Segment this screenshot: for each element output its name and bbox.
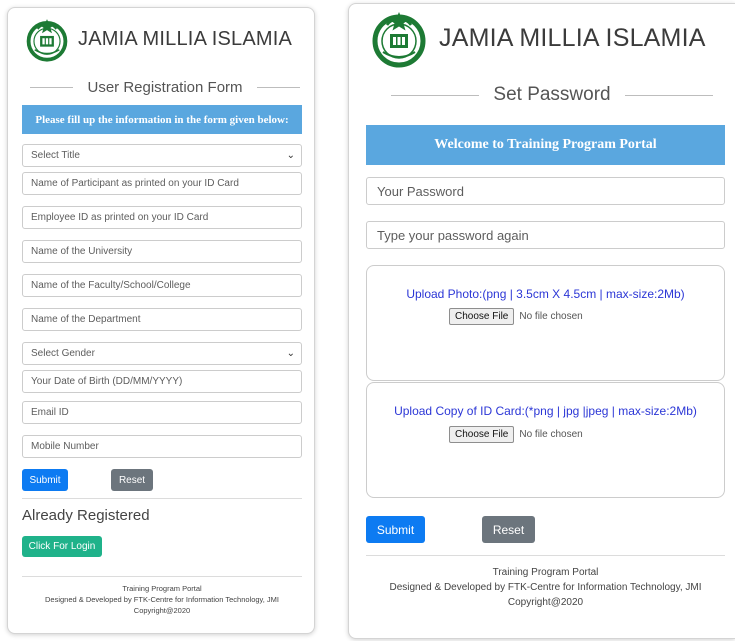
footer: Training Program Portal Designed & Devel… xyxy=(22,583,302,616)
email-field[interactable]: Email ID xyxy=(22,401,302,424)
instruction-banner: Please fill up the information in the fo… xyxy=(22,105,302,134)
heading-divider xyxy=(391,94,480,96)
choose-photo-button[interactable]: Choose File xyxy=(449,308,515,325)
university-logo-icon xyxy=(369,8,429,68)
id-card-upload-box: Upload Copy of ID Card:(*png | jpg |jpeg… xyxy=(366,382,725,498)
file-status: No file chosen xyxy=(519,429,583,440)
photo-upload-label: Upload Photo:(png | 3.5cm X 4.5cm | max-… xyxy=(406,287,685,301)
form-heading: User Registration Form xyxy=(30,79,301,96)
choose-id-button[interactable]: Choose File xyxy=(449,426,515,443)
participant-name-input[interactable]: Name of Participant as printed on your I… xyxy=(22,172,302,195)
input-placeholder: Name of the Department xyxy=(31,314,141,325)
gender-select[interactable]: Select Gender ⌄ xyxy=(22,342,302,365)
submit-button[interactable]: Submit xyxy=(22,469,68,491)
university-input[interactable]: Name of the University xyxy=(22,240,302,263)
footer-copyright: Copyright@2020 xyxy=(507,597,584,608)
footer-portal-name: Training Program Portal xyxy=(122,584,202,593)
form-heading: Set Password xyxy=(391,84,714,106)
input-placeholder: Name of the University xyxy=(31,246,133,257)
employee-id-input[interactable]: Employee ID as printed on your ID Card xyxy=(22,206,302,229)
input-placeholder: Your Date of Birth (DD/MM/YYYY) xyxy=(31,376,183,387)
department-input[interactable]: Name of the Department xyxy=(22,308,302,331)
input-placeholder: Your Password xyxy=(377,183,464,199)
dob-input[interactable]: Your Date of Birth (DD/MM/YYYY) xyxy=(22,370,302,393)
brand-header: JAMIA MILLIA ISLAMIA xyxy=(369,8,706,68)
footer-credit: Designed & Developed by FTK-Centre for I… xyxy=(389,582,702,593)
input-placeholder: Type your password again xyxy=(377,227,529,243)
input-placeholder: Employee ID as printed on your ID Card xyxy=(31,212,209,223)
divider xyxy=(22,498,302,499)
footer-copyright: Copyright@2020 xyxy=(133,606,191,615)
photo-upload-box: Upload Photo:(png | 3.5cm X 4.5cm | max-… xyxy=(366,265,725,381)
id-upload-label: Upload Copy of ID Card:(*png | jpg |jpeg… xyxy=(394,404,697,418)
title-select[interactable]: Select Title ⌄ xyxy=(22,144,302,167)
page-title: User Registration Form xyxy=(87,79,243,96)
set-password-panel: JAMIA MILLIA ISLAMIA Set Password Welcom… xyxy=(348,3,735,639)
already-registered-heading: Already Registered xyxy=(22,507,150,524)
reset-button[interactable]: Reset xyxy=(111,469,153,491)
university-name: JAMIA MILLIA ISLAMIA xyxy=(439,23,706,52)
photo-file-picker: Choose File No file chosen xyxy=(449,308,583,325)
input-placeholder: Mobile Number xyxy=(31,441,99,452)
heading-divider xyxy=(624,94,714,96)
university-logo-icon xyxy=(24,16,70,62)
input-placeholder: Name of Participant as printed on your I… xyxy=(31,178,239,189)
chevron-down-icon: ⌄ xyxy=(286,150,295,161)
faculty-input[interactable]: Name of the Faculty/School/College xyxy=(22,274,302,297)
mobile-input[interactable]: Mobile Number xyxy=(22,435,302,458)
file-status: No file chosen xyxy=(519,311,583,322)
heading-divider xyxy=(30,87,74,88)
chevron-down-icon: ⌄ xyxy=(286,348,295,359)
login-button[interactable]: Click For Login xyxy=(22,536,102,557)
password-input[interactable]: Your Password xyxy=(366,177,725,205)
university-name: JAMIA MILLIA ISLAMIA xyxy=(78,27,293,50)
page-title: Set Password xyxy=(493,84,611,105)
reset-button[interactable]: Reset xyxy=(482,516,535,543)
brand-header: JAMIA MILLIA ISLAMIA xyxy=(24,16,292,62)
heading-divider xyxy=(256,87,301,88)
footer: Training Program Portal Designed & Devel… xyxy=(366,565,725,610)
input-placeholder: Email ID xyxy=(31,407,69,418)
divider xyxy=(22,576,302,577)
select-value: Select Gender xyxy=(31,348,95,359)
input-placeholder: Name of the Faculty/School/College xyxy=(31,280,191,291)
divider xyxy=(366,555,725,556)
id-file-picker: Choose File No file chosen xyxy=(449,426,583,443)
footer-credit: Designed & Developed by FTK-Centre for I… xyxy=(44,595,279,604)
registration-panel: JAMIA MILLIA ISLAMIA User Registration F… xyxy=(7,7,315,634)
confirm-password-input[interactable]: Type your password again xyxy=(366,221,725,249)
select-value: Select Title xyxy=(31,150,80,161)
footer-portal-name: Training Program Portal xyxy=(492,567,599,578)
welcome-banner: Welcome to Training Program Portal xyxy=(366,125,725,165)
submit-button[interactable]: Submit xyxy=(366,516,425,543)
